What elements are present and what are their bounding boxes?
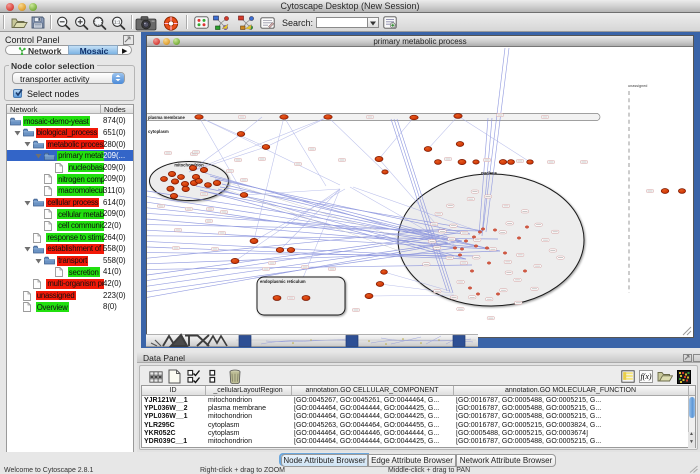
svg-text:cytoplasm: cytoplasm	[148, 129, 169, 134]
svg-text:1:1: 1:1	[114, 20, 121, 25]
svg-text:unassigned: unassigned	[628, 84, 647, 88]
svg-text:nucleus: nucleus	[481, 171, 497, 176]
svg-text:plasma membrane: plasma membrane	[148, 115, 185, 120]
svg-text:endoplasmic reticulum: endoplasmic reticulum	[260, 279, 306, 284]
